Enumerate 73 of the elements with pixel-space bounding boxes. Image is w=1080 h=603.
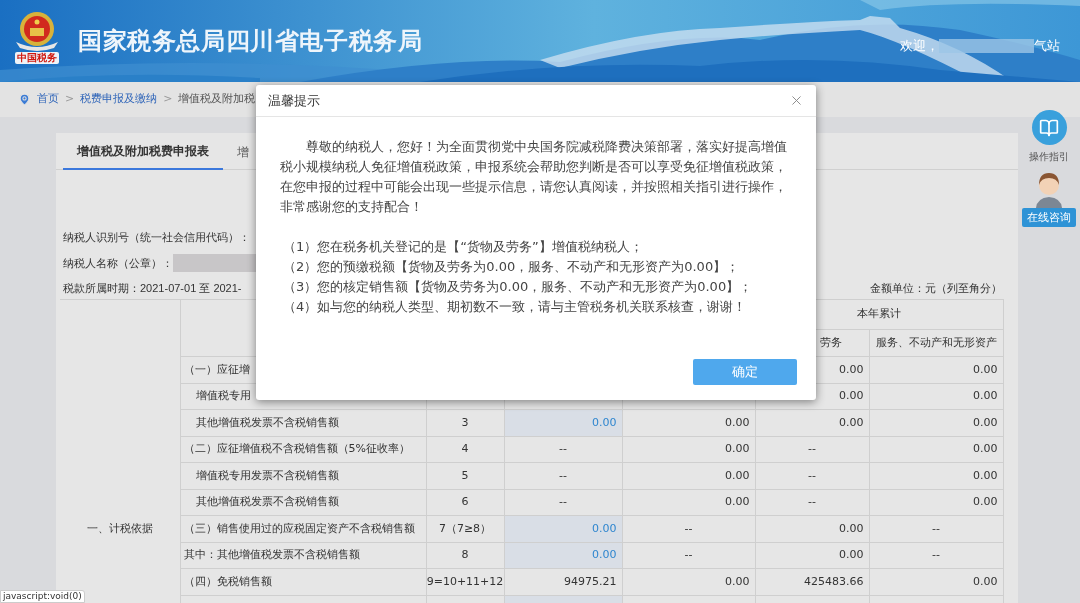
- table-cell: 0.00: [622, 409, 755, 436]
- row-label: 其他增值税发票不含税销售额: [180, 409, 426, 436]
- table-cell: --: [869, 515, 1003, 542]
- online-consult-button[interactable]: 在线咨询: [1022, 208, 1076, 227]
- row-label: （三）销售使用过的应税固定资产不含税销售额: [180, 515, 426, 542]
- table-cell: 0.00: [622, 436, 755, 463]
- breadcrumb-link[interactable]: 增值税及附加税: [178, 91, 256, 108]
- table-cell: 425483.66: [755, 568, 869, 595]
- table-cell: 0.00: [869, 462, 1003, 489]
- table-cell: 0.00: [755, 409, 869, 436]
- line-number: 9=10+11+12: [426, 568, 504, 595]
- dialog-title: 温馨提示: [268, 91, 320, 110]
- table-cell: 0.00: [755, 542, 869, 569]
- notice-item: （3）您的核定销售额【货物及劳务为0.00，服务、不动产和无形资产为0.00】；: [283, 278, 754, 296]
- table-cell: 0.00: [869, 409, 1003, 436]
- table-cell: 0.00: [869, 489, 1003, 516]
- notice-item: （4）如与您的纳税人类型、期初数不一致，请与主管税务机关联系核查，谢谢！: [283, 298, 748, 316]
- table-cell: 0.00: [755, 515, 869, 542]
- row-label: 增值税专用发票不含税销售额: [180, 462, 426, 489]
- breadcrumb-separator: >: [163, 91, 173, 108]
- tab[interactable]: 增值税及附加税费申报表: [63, 133, 223, 170]
- notice-item: （2）您的预缴税额【货物及劳务为0.00，服务、不动产和无形资产为0.00】；: [283, 258, 741, 276]
- table-cell: --: [869, 542, 1003, 569]
- site-title: 国家税务总局四川省电子税务局: [78, 26, 423, 57]
- breadcrumb-link[interactable]: 首页: [37, 91, 59, 108]
- table-cell: --: [755, 462, 869, 489]
- table-cell: 0.00: [622, 462, 755, 489]
- row-label: 其他增值税发票不含税销售额: [180, 489, 426, 516]
- close-button[interactable]: [789, 93, 804, 108]
- table-cell: 0.00: [869, 383, 1003, 410]
- table-cell: 0.00: [622, 489, 755, 516]
- table-cell: 94975.21: [504, 568, 622, 595]
- line-number: 7（7≥8）: [426, 515, 504, 542]
- section-label: 一、计税依据: [60, 515, 180, 542]
- table-cell: --: [755, 489, 869, 516]
- table-cell: 0.00: [869, 568, 1003, 595]
- table-cell: 0.00: [869, 356, 1003, 383]
- confirm-button[interactable]: 确定: [693, 359, 797, 385]
- table-cell: 0.00: [869, 436, 1003, 463]
- tab[interactable]: 增: [237, 133, 249, 170]
- location-pin-icon: [18, 93, 31, 106]
- table-cell: --: [622, 542, 755, 569]
- table-cell: --: [504, 436, 622, 463]
- taxpayer-name-label: 纳税人名称（公章）：: [63, 255, 173, 271]
- breadcrumb-separator: >: [65, 91, 75, 108]
- amount-input[interactable]: 0.00: [504, 409, 622, 436]
- row-label: （四）免税销售额: [180, 568, 426, 595]
- table-cell: --: [755, 436, 869, 463]
- taxpayer-id-label: 纳税人识别号（统一社会信用代码）：: [63, 230, 250, 245]
- table-cell: --: [504, 489, 622, 516]
- breadcrumb-link[interactable]: 税费申报及缴纳: [80, 91, 158, 108]
- row-label: （二）应征增值税不含税销售额（5%征收率）: [180, 436, 426, 463]
- amount-input[interactable]: 0.00: [504, 542, 622, 569]
- table-cell: --: [504, 462, 622, 489]
- line-number: 4: [426, 436, 504, 463]
- logo-caption: 中国税务: [15, 52, 59, 64]
- line-number: 5: [426, 462, 504, 489]
- guide-label: 操作指引: [1029, 150, 1069, 164]
- row-label: 其中：其他增值税发票不含税销售额: [180, 542, 426, 569]
- line-number: 8: [426, 542, 504, 569]
- column-header: 服务、不动产和无形资产: [869, 329, 1003, 357]
- guide-button[interactable]: [1031, 110, 1067, 145]
- notice-item: （1）您在税务机关登记的是【“货物及劳务”】增值税纳税人；: [283, 238, 644, 256]
- book-icon: [1039, 117, 1059, 138]
- table-cell: 0.00: [622, 568, 755, 595]
- line-number: 6: [426, 489, 504, 516]
- line-number: 3: [426, 409, 504, 436]
- amount-input[interactable]: 0.00: [504, 515, 622, 542]
- amount-unit: 金额单位：元（列至角分）: [870, 281, 1002, 296]
- table-cell: --: [622, 515, 755, 542]
- user-name: 气站: [1034, 37, 1060, 55]
- tax-period: 税款所属时期：2021-07-01 至 2021-: [63, 281, 242, 296]
- notice-paragraph: 尊敬的纳税人，您好！为全面贯彻党中央国务院减税降费决策部署，落实好提高增值税小规模纳税人免征增值税政策，申报系统会帮助您判断是否可以享受免征增值税政策，在您申报的过程中可能会出现一些提示信息，请您认真阅读，并按照相关指引进行操作，非常感谢您的支持配合！: [280, 138, 788, 216]
